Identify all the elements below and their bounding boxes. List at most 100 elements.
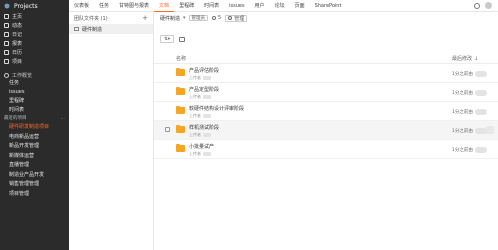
workspace-title-label: 工作概览 <box>12 72 33 79</box>
manage-button[interactable]: 管理 <box>225 14 248 22</box>
list-actions: ⇅▾ <box>154 32 498 46</box>
modifier-avatar <box>474 109 487 115</box>
avatar[interactable] <box>485 2 492 9</box>
folder-icon <box>176 86 185 95</box>
column-header-modified[interactable]: 最后修改 ↓ <box>452 55 478 62</box>
uploader-avatar <box>203 133 211 137</box>
sidebar-item-report[interactable]: 报表 <box>0 39 69 48</box>
recent-more-button[interactable]: ... <box>61 115 65 123</box>
uploader-label: 上传者 <box>189 94 201 99</box>
tab-pages[interactable]: 页面 <box>290 0 310 12</box>
tab-milestones[interactable]: 里程碑 <box>174 0 199 12</box>
home-icon <box>4 14 9 19</box>
recent-project-item[interactable]: 电商新品运营 <box>0 133 69 143</box>
tab-users[interactable]: 用户 <box>250 0 270 12</box>
sidebar-item-diary[interactable]: 日记 <box>0 30 69 39</box>
tab-documents[interactable]: 文档 <box>154 0 175 12</box>
project-icon <box>4 59 9 64</box>
recent-projects-title: 最近的项目 ... <box>0 115 69 123</box>
chevron-down-icon[interactable]: ▾ <box>183 15 186 21</box>
recent-project-item[interactable]: 销售管理管理 <box>0 180 69 190</box>
tab-dashboard[interactable]: 仪表板 <box>69 0 94 12</box>
tab-gantt-reports[interactable]: 甘特图与报表 <box>114 0 154 12</box>
folder-icon <box>176 124 185 133</box>
modified-time-label: 1分之前由 <box>452 110 473 115</box>
modified-time: 1分之前由 <box>452 109 487 115</box>
row-more-button[interactable] <box>486 126 494 134</box>
folder-toolbar: 硬件制造 ▾ 管理员 5 管理 <box>154 12 498 24</box>
sidebar-item-label: 项目 <box>12 59 23 65</box>
list-item[interactable]: 产品定型阶段 上传者 1分之前由 <box>154 83 498 102</box>
sidebar-item-activity[interactable]: 动态 <box>0 21 69 30</box>
list-item[interactable]: 样机测试阶段 上传者 1分之前由 <box>154 121 498 140</box>
check-icon[interactable] <box>474 2 480 9</box>
modified-time: 1分之前由 <box>452 128 487 134</box>
folder-title[interactable]: 产品定型阶段 <box>189 86 219 93</box>
current-folder-name: 硬件制造 <box>160 15 181 22</box>
sort-arrow-icon: ↓ <box>474 56 479 62</box>
recent-project-item[interactable]: 新媒体运营 <box>0 152 69 162</box>
folder-title[interactable]: 产品评估阶段 <box>189 67 219 74</box>
sidebar-item-project[interactable]: 项目 <box>0 57 69 66</box>
folder-meta: 上传者 <box>189 113 211 119</box>
tab-timesheet[interactable]: 时间表 <box>199 0 224 12</box>
recent-project-item[interactable]: 新品开发管理 <box>0 142 69 152</box>
sidebar-item-issues[interactable]: issues <box>0 88 69 97</box>
workspace-section-title[interactable]: 工作概览 <box>0 71 69 79</box>
sidebar-item-label: 主页 <box>12 14 23 20</box>
modified-time-label: 1分之前由 <box>452 148 473 153</box>
folder-icon <box>176 67 185 76</box>
folder-title[interactable]: 样机测试阶段 <box>189 124 219 131</box>
tab-issues[interactable]: issues <box>224 0 249 12</box>
recent-project-item[interactable]: 制造业产品开发 <box>0 171 69 181</box>
tab-tasks[interactable]: 任务 <box>94 0 114 12</box>
folder-panel-title: 团队文件夹 (1) <box>74 15 108 22</box>
folder-title[interactable]: 软硬件结构设计评审阶段 <box>189 105 244 112</box>
sidebar-item-milestones[interactable]: 里程碑 <box>0 97 69 106</box>
app-name: Projects <box>14 2 38 10</box>
add-folder-button[interactable]: + <box>142 14 148 22</box>
uploader-label: 上传者 <box>189 75 201 80</box>
list-item[interactable]: 软硬件结构设计评审阶段 上传者 1分之前由 <box>154 102 498 121</box>
tab-sharepoint[interactable]: SharePoint <box>310 0 347 12</box>
folder-meta: 上传者 <box>189 151 211 157</box>
calendar-icon <box>4 50 9 55</box>
modified-time: 1分之前由 <box>452 90 487 96</box>
sidebar-item-timesheet[interactable]: 时间表 <box>0 106 69 115</box>
sort-icon: ⇅▾ <box>163 36 171 42</box>
report-icon <box>4 41 9 46</box>
sidebar-item-calendar[interactable]: 日历 <box>0 48 69 57</box>
admin-badge: 管理员 <box>188 15 209 21</box>
sidebar-item-label: 日记 <box>12 32 23 38</box>
sidebar-item-home[interactable]: 主页 <box>0 12 69 21</box>
folder-title[interactable]: 小批量试产 <box>189 143 214 150</box>
uploader-avatar <box>203 95 211 99</box>
recent-project-item[interactable]: 项目管理 <box>0 190 69 200</box>
folder-meta: 上传者 <box>189 94 211 100</box>
column-header-name[interactable]: 名称 <box>176 55 186 62</box>
members-button[interactable]: 5 <box>212 15 221 21</box>
sidebar-item-label: 日历 <box>12 50 23 56</box>
list-item[interactable]: 产品评估阶段 上传者 1分之前由 <box>154 64 498 83</box>
recent-project-item[interactable]: 直播管理 <box>0 161 69 171</box>
modifier-avatar <box>474 71 487 77</box>
brand[interactable]: Projects <box>0 0 69 12</box>
gear-icon <box>228 16 233 20</box>
recent-project-item[interactable]: 硬件研发制造项目 <box>0 123 69 133</box>
modified-time: 1分之前由 <box>452 71 487 77</box>
diary-icon <box>4 32 9 37</box>
folder-icon <box>74 27 79 31</box>
app-logo-icon <box>4 3 10 9</box>
column-header-modified-label: 最后修改 <box>452 56 473 62</box>
tab-forum[interactable]: 论坛 <box>270 0 290 12</box>
uploader-label: 上传者 <box>189 132 201 137</box>
sort-button[interactable]: ⇅▾ <box>160 35 174 43</box>
uploader-avatar <box>203 76 211 80</box>
sidebar-item-tasks[interactable]: 任务 <box>0 79 69 88</box>
user-icon <box>212 16 217 20</box>
modified-time-label: 1分之前由 <box>452 91 473 96</box>
folder-list-item[interactable]: 硬件制造 <box>69 24 153 34</box>
new-folder-icon[interactable] <box>179 36 185 42</box>
list-item[interactable]: 小批量试产 上传者 1分之前由 <box>154 140 498 159</box>
row-checkbox[interactable] <box>165 127 170 132</box>
